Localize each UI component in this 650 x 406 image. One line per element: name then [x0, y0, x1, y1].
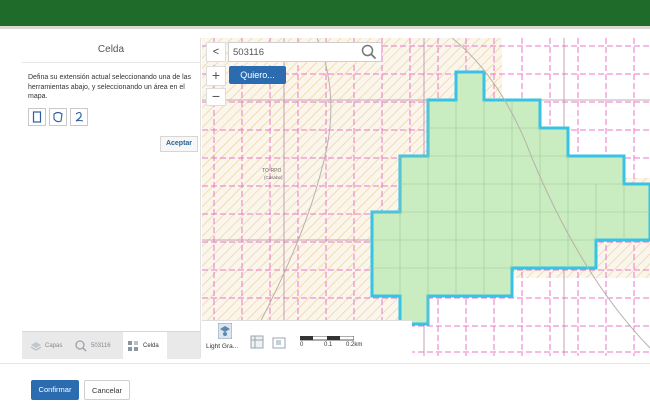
- panel-divider: [22, 62, 200, 63]
- search-input[interactable]: [233, 45, 353, 59]
- search-icon[interactable]: [361, 44, 377, 60]
- freehand-line-icon: [75, 111, 84, 122]
- tab-search[interactable]: 503116: [74, 332, 111, 359]
- header-divider: [0, 26, 650, 29]
- place-label-line2: (Casabe): [264, 175, 283, 180]
- cell-panel: Celda Defina su extensión actual selecci…: [22, 38, 201, 358]
- table-icon: [250, 335, 264, 349]
- overview-button[interactable]: [272, 336, 286, 354]
- tab-cell-label: Celda: [143, 342, 159, 349]
- panel-description: Defina su extensión actual seleccionando…: [28, 74, 192, 100]
- app-header-bar: [0, 0, 650, 26]
- tab-layers[interactable]: Capas: [30, 332, 62, 359]
- scale-label-1: 0.1: [324, 342, 333, 348]
- panel-tabs: Capas 503116 Celda: [22, 331, 200, 359]
- scale-label-2: 0.2km: [346, 342, 363, 348]
- overview-map-icon: [272, 337, 286, 349]
- scale-bar: 0 0.1 0.2km: [300, 336, 362, 350]
- accept-button[interactable]: Aceptar: [160, 136, 198, 152]
- cancel-button[interactable]: Cancelar: [84, 380, 130, 400]
- map-view[interactable]: TO-RPO (Casabe): [202, 38, 650, 356]
- scale-label-0: 0: [300, 342, 304, 348]
- freehand-polygon-icon: [53, 111, 63, 123]
- rectangle-tool-button[interactable]: [28, 108, 46, 126]
- map-bottom-bar: Light Gra... 0 0.1 0.2km: [202, 320, 412, 357]
- map-canvas: TO-RPO (Casabe): [202, 38, 650, 356]
- cell-select-icon: [128, 340, 138, 351]
- place-label-line1: TO-RPO: [262, 168, 281, 174]
- confirm-button[interactable]: Confirmar: [31, 380, 79, 400]
- basemap-icon: [217, 322, 233, 340]
- map-search-box[interactable]: [228, 42, 382, 62]
- basemap-label[interactable]: Light Gra...: [206, 343, 238, 350]
- collapse-panel-button[interactable]: <: [206, 42, 226, 62]
- footer-divider: [0, 363, 650, 364]
- tab-cell[interactable]: Celda: [123, 332, 167, 359]
- rectangle-icon: [32, 111, 42, 123]
- quiero-button[interactable]: Quiero...: [229, 66, 286, 84]
- zoom-in-button[interactable]: +: [206, 66, 226, 86]
- polygon-tool-button[interactable]: [49, 108, 67, 126]
- zoom-out-button[interactable]: −: [206, 88, 226, 106]
- tab-search-label: 503116: [91, 342, 111, 349]
- search-results-icon: [75, 339, 87, 352]
- draw-tools: [28, 108, 88, 126]
- panel-title: Celda: [97, 44, 125, 55]
- layers-icon: [30, 341, 42, 351]
- tab-layers-label: Capas: [45, 342, 63, 349]
- basemap-thumbnail[interactable]: [217, 322, 233, 344]
- freehand-tool-button[interactable]: [70, 108, 88, 126]
- measure-tool-button[interactable]: [250, 335, 264, 354]
